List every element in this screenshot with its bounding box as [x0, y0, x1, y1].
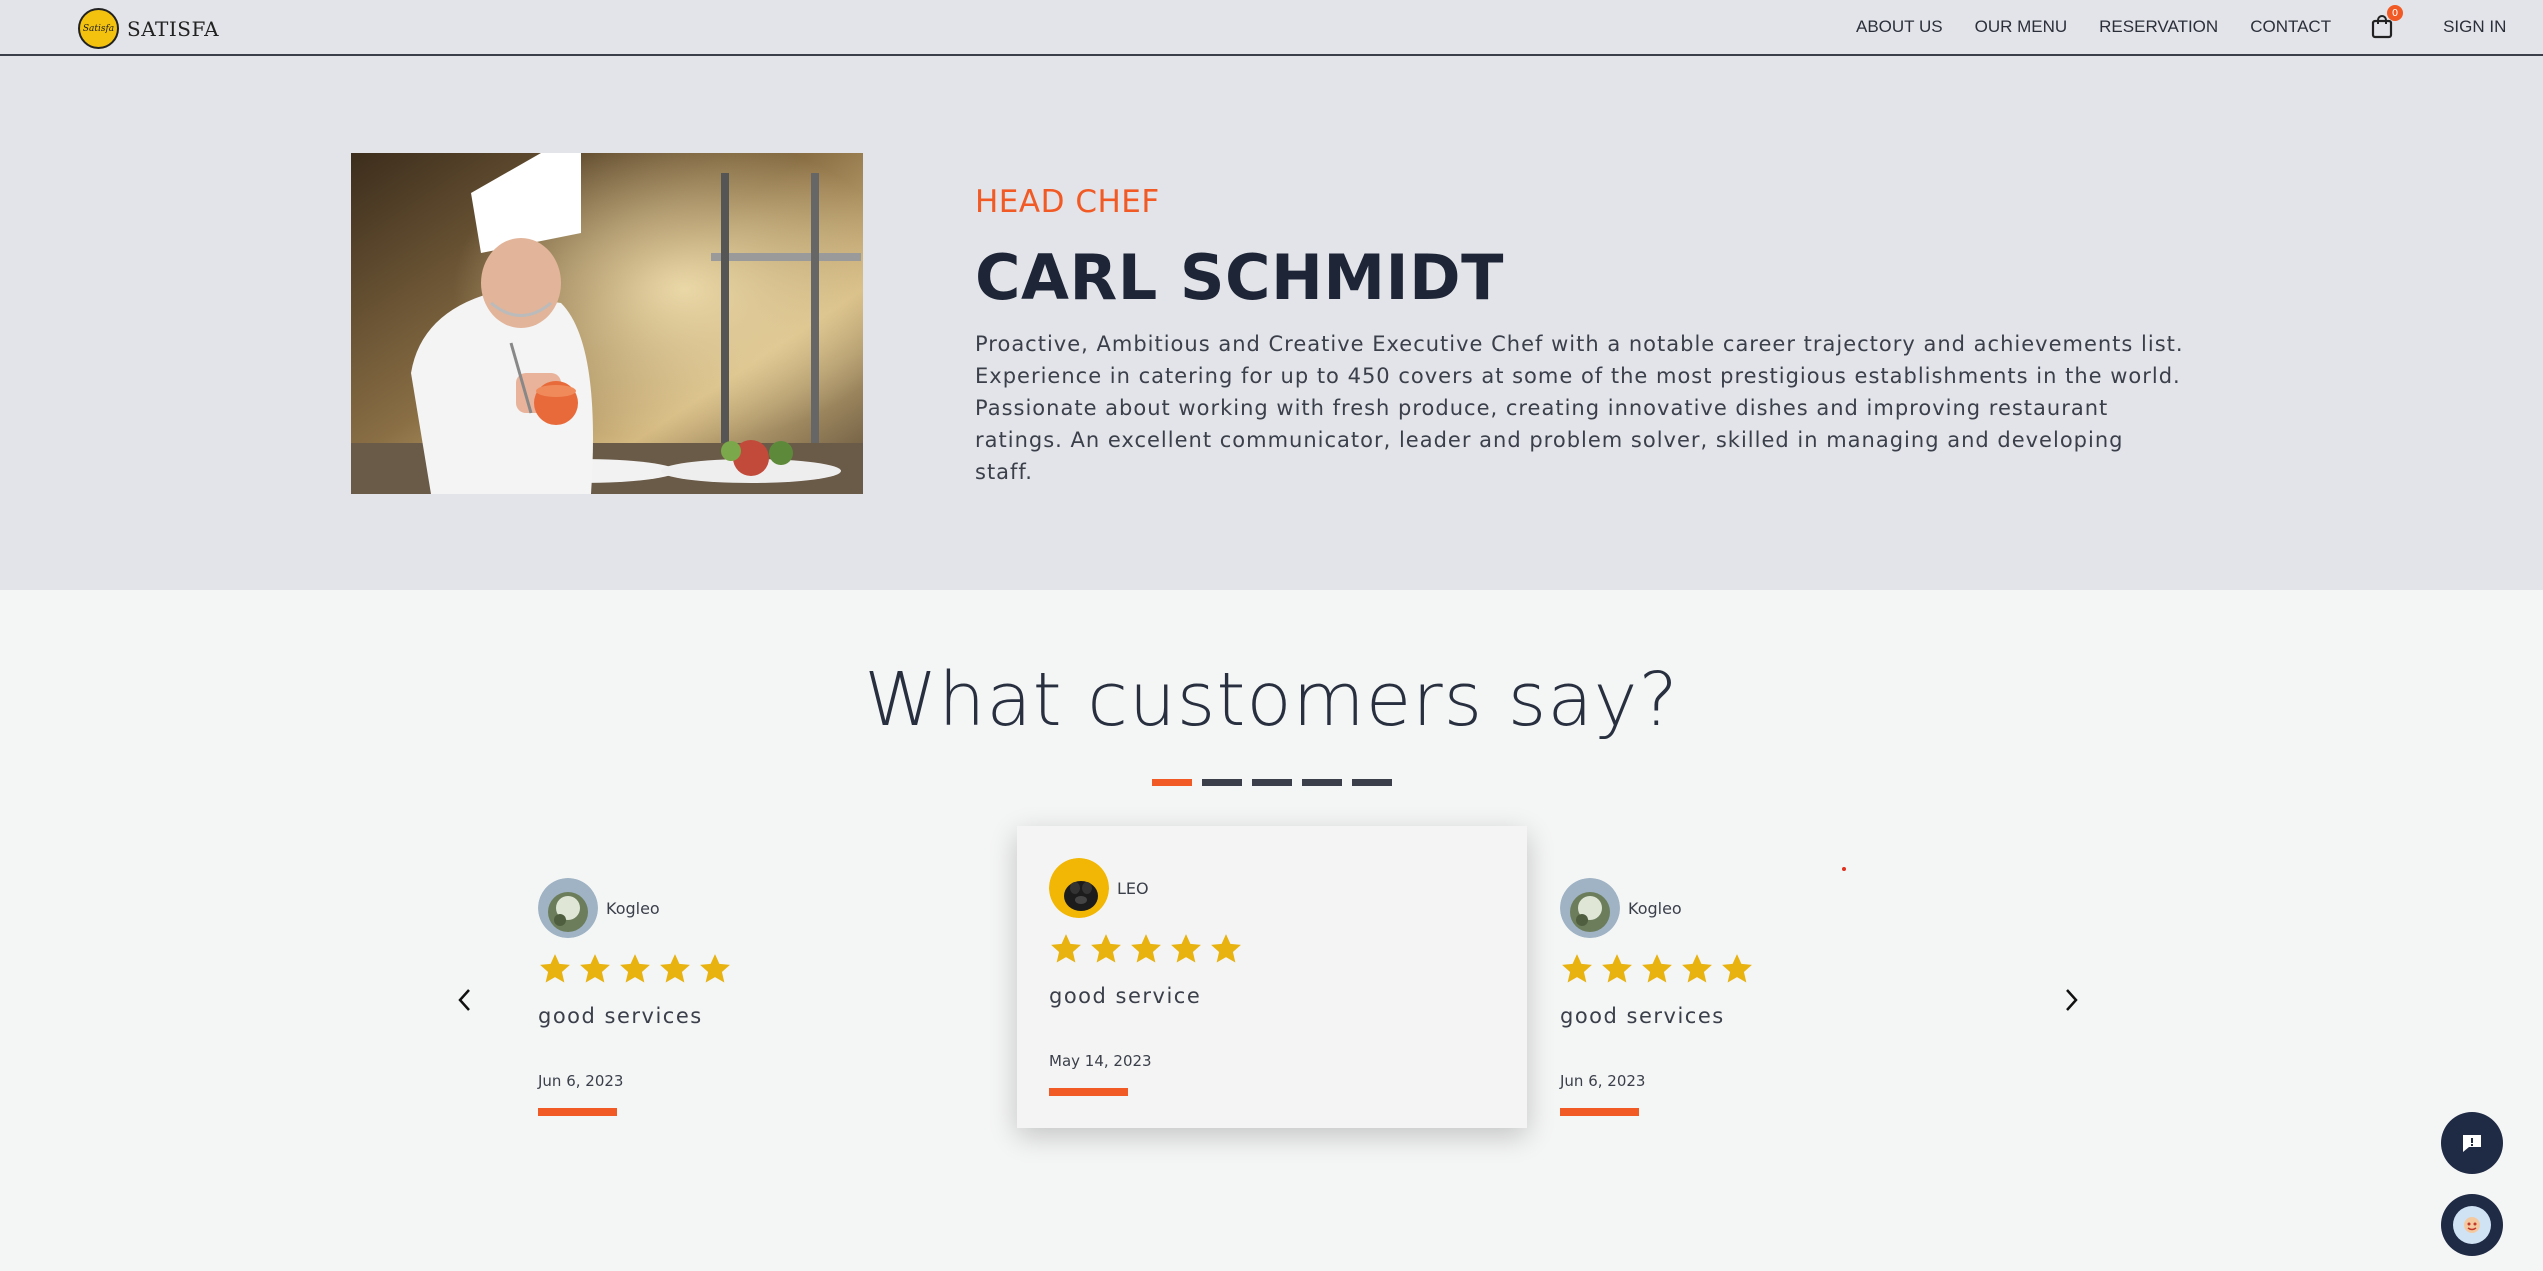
chef-bio: Proactive, Ambitious and Creative Execut… — [975, 332, 2184, 484]
accent-bar — [538, 1108, 617, 1116]
chef-role: HEAD CHEF — [975, 184, 1160, 220]
star-icon — [1209, 932, 1249, 970]
nav-contact[interactable]: CONTACT — [2250, 17, 2331, 37]
pagination-dash-1[interactable] — [1152, 779, 1192, 786]
nav-reservation[interactable]: RESERVATION — [2099, 17, 2218, 37]
star-icon — [698, 952, 738, 990]
brand-name: SATISFA — [127, 16, 220, 41]
chevron-right-icon — [2066, 989, 2078, 1011]
star-icon — [538, 952, 578, 990]
star-icon — [1089, 932, 1129, 970]
nav-links: ABOUT US OUR MENU RESERVATION CONTACT 0 … — [1856, 5, 2538, 39]
avatar — [538, 878, 598, 938]
carousel-prev-button[interactable] — [453, 985, 477, 1015]
pagination-dash-3[interactable] — [1252, 779, 1292, 786]
pagination-dash-2[interactable] — [1202, 779, 1242, 786]
star-icon — [658, 952, 698, 990]
star-icon — [1680, 952, 1720, 990]
pagination-dash-5[interactable] — [1352, 779, 1392, 786]
top-navbar: Satisfa SATISFA ABOUT US OUR MENU RESERV… — [0, 0, 2543, 56]
avatar — [1560, 878, 1620, 938]
sign-in-link[interactable]: SIGN IN — [2443, 17, 2506, 37]
assistant-button[interactable] — [2441, 1194, 2503, 1256]
star-icon — [1169, 932, 1209, 970]
head-chef-section: HEAD CHEF CARL SCHMIDT Proactive, Ambiti… — [0, 56, 2543, 590]
avatar — [1049, 858, 1109, 918]
star-rating — [538, 952, 984, 990]
carousel-next-button[interactable] — [2059, 985, 2083, 1015]
chat-bubble-icon — [2463, 1135, 2481, 1152]
testimonial-card: Kogleo good services Jun 6, 2023 — [506, 846, 1016, 1148]
accent-bar — [1560, 1108, 1639, 1116]
testimonials-title: What customers say? — [864, 657, 1679, 743]
reviewer-name: LEO — [1117, 878, 1149, 898]
nav-our-menu[interactable]: OUR MENU — [1975, 17, 2068, 37]
logo-badge: Satisfa — [78, 8, 119, 49]
chef-photo — [351, 153, 863, 494]
chef-name: CARL SCHMIDT — [975, 241, 1504, 314]
nav-about-us[interactable]: ABOUT US — [1856, 17, 1943, 37]
star-icon — [578, 952, 618, 990]
accent-bar — [1049, 1088, 1128, 1096]
reviewer-name: Kogleo — [1628, 898, 1682, 918]
review-date: Jun 6, 2023 — [1560, 1072, 1646, 1090]
review-date: Jun 6, 2023 — [538, 1072, 624, 1090]
star-icon — [1720, 952, 1760, 990]
review-date: May 14, 2023 — [1049, 1052, 1152, 1070]
star-icon — [1640, 952, 1680, 990]
chevron-left-icon — [458, 989, 470, 1011]
chat-button[interactable] — [2441, 1112, 2503, 1174]
star-icon — [1129, 932, 1169, 970]
assistant-icon — [2453, 1206, 2491, 1244]
cart-count-badge: 0 — [2387, 5, 2404, 21]
reviewer-name: Kogleo — [606, 898, 660, 918]
star-icon — [1049, 932, 1089, 970]
star-rating — [1049, 932, 1495, 970]
testimonial-card-featured: LEO good service May 14, 2023 — [1017, 826, 1527, 1128]
star-rating — [1560, 952, 2006, 990]
review-text: good services — [1560, 1004, 1725, 1028]
review-text: good service — [1049, 984, 1202, 1008]
testimonial-card: Kogleo good services Jun 6, 2023 — [1528, 846, 2038, 1148]
star-icon — [1560, 952, 1600, 990]
stray-dot — [1842, 867, 1846, 871]
brand-logo[interactable]: Satisfa SATISFA — [78, 8, 219, 49]
pagination-dash-4[interactable] — [1302, 779, 1342, 786]
star-icon — [618, 952, 658, 990]
review-text: good services — [538, 1004, 703, 1028]
star-icon — [1600, 952, 1640, 990]
carousel-pagination — [1152, 779, 1402, 786]
cart-button[interactable]: 0 — [2371, 5, 2404, 39]
